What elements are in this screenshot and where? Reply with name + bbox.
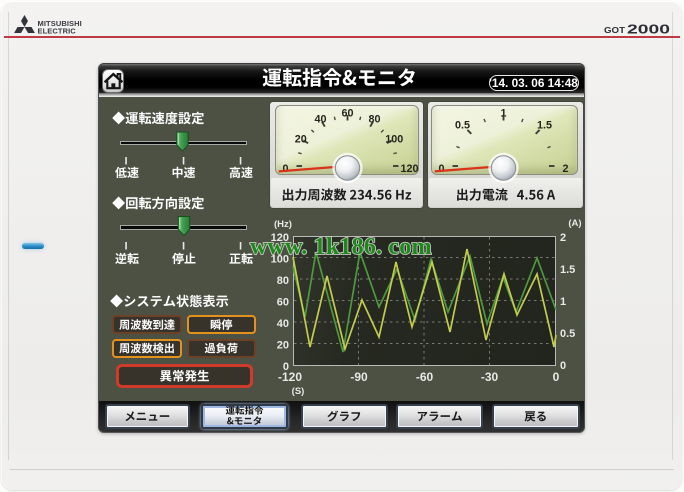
svg-text:'14. 03. 06 14:48: '14. 03. 06 14:48 bbox=[489, 76, 578, 90]
svg-text:(A): (A) bbox=[568, 218, 581, 229]
svg-text:1: 1 bbox=[500, 108, 506, 120]
svg-text:1: 1 bbox=[560, 296, 566, 308]
svg-text:-60: -60 bbox=[416, 370, 434, 384]
svg-text:60: 60 bbox=[277, 297, 289, 309]
svg-text:1.5: 1.5 bbox=[560, 264, 575, 276]
svg-text:0: 0 bbox=[553, 370, 560, 384]
svg-text:2: 2 bbox=[562, 163, 568, 175]
svg-text:40: 40 bbox=[314, 114, 326, 126]
svg-text:0.5: 0.5 bbox=[560, 328, 575, 340]
svg-text:20: 20 bbox=[277, 340, 289, 352]
svg-text:-30: -30 bbox=[481, 370, 499, 384]
svg-text:ELECTRIC: ELECTRIC bbox=[38, 26, 77, 35]
svg-text:80: 80 bbox=[277, 275, 289, 287]
svg-text:0: 0 bbox=[438, 163, 444, 175]
svg-text:120: 120 bbox=[400, 163, 418, 175]
svg-text:-90: -90 bbox=[350, 370, 368, 384]
svg-text:(Hz): (Hz) bbox=[274, 219, 292, 230]
svg-text:www. 1k186. com: www. 1k186. com bbox=[250, 234, 432, 260]
svg-text:1.5: 1.5 bbox=[537, 120, 552, 132]
svg-text:2000: 2000 bbox=[627, 23, 670, 37]
svg-text:0.5: 0.5 bbox=[455, 120, 470, 132]
svg-text:GOT: GOT bbox=[604, 25, 626, 35]
svg-text:(S): (S) bbox=[292, 386, 305, 397]
svg-text:80: 80 bbox=[368, 114, 380, 126]
svg-text:0: 0 bbox=[282, 163, 288, 175]
svg-text:60: 60 bbox=[341, 108, 353, 120]
svg-text:2: 2 bbox=[560, 232, 566, 244]
svg-text:-120: -120 bbox=[278, 370, 302, 384]
svg-text:40: 40 bbox=[277, 318, 289, 330]
svg-text:20: 20 bbox=[295, 134, 307, 146]
svg-text:0: 0 bbox=[560, 360, 566, 372]
svg-text:100: 100 bbox=[385, 134, 403, 146]
